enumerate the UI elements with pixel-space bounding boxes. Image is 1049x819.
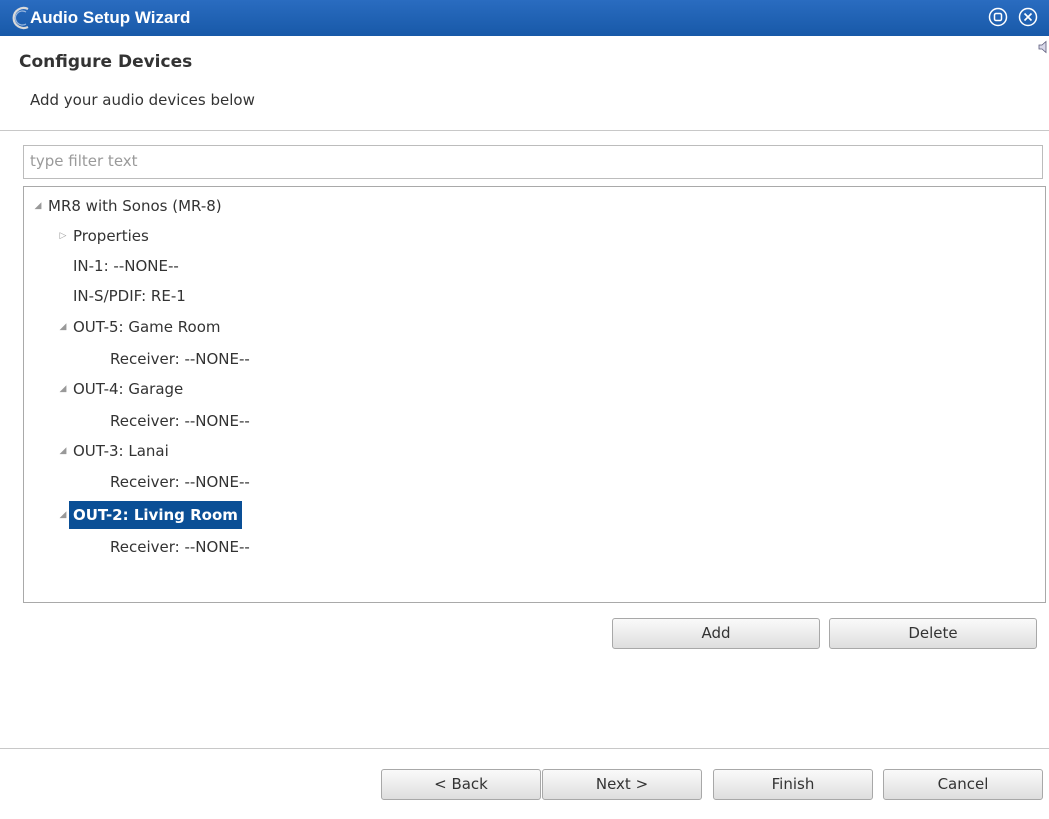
tree-node[interactable]: IN-S/PDIF: RE-1	[57, 281, 190, 311]
page-description: Add your audio devices below	[30, 91, 255, 109]
expanded-triangle-icon[interactable]: ◢	[57, 312, 69, 342]
tree-node[interactable]: ◢ OUT-5: Game Room	[57, 312, 225, 342]
window-title: Audio Setup Wizard	[30, 8, 191, 27]
tree-node[interactable]: Receiver: --NONE--	[94, 467, 254, 497]
expanded-triangle-icon[interactable]: ◢	[32, 191, 44, 221]
back-button[interactable]: < Back	[381, 769, 541, 800]
speaker-icon[interactable]	[1038, 40, 1049, 54]
filter-input[interactable]	[24, 146, 1016, 176]
tree-node[interactable]: Receiver: --NONE--	[94, 406, 254, 436]
wizard-header: Configure Devices Add your audio devices…	[0, 36, 1049, 130]
cancel-button[interactable]: Cancel	[883, 769, 1043, 800]
tree-node[interactable]: Receiver: --NONE--	[94, 344, 254, 374]
add-button[interactable]: Add	[612, 618, 820, 649]
collapsed-triangle-icon[interactable]: ▷	[57, 221, 69, 251]
title-bar: Audio Setup Wizard	[0, 0, 1049, 36]
expanded-triangle-icon[interactable]: ◢	[57, 374, 69, 404]
close-icon	[1018, 7, 1038, 27]
tree-node[interactable]: IN-1: --NONE--	[57, 251, 183, 281]
tree-node-selected[interactable]: ◢ OUT-2: Living Room	[57, 500, 242, 530]
tree-node[interactable]: ◢ OUT-3: Lanai	[57, 436, 173, 466]
device-tree[interactable]: ◢ MR8 with Sonos (MR-8) ▷ Properties IN-1:…	[23, 186, 1046, 603]
tree-node[interactable]: Receiver: --NONE--	[94, 532, 254, 562]
divider	[0, 748, 1049, 749]
tree-node[interactable]: ◢ OUT-4: Garage	[57, 374, 187, 404]
tree-node[interactable]: ◢ MR8 with Sonos (MR-8)	[32, 191, 226, 221]
finish-button[interactable]: Finish	[713, 769, 873, 800]
delete-button[interactable]: Delete	[829, 618, 1037, 649]
tree-node[interactable]: ▷ Properties	[57, 221, 153, 251]
next-button[interactable]: Next >	[542, 769, 702, 800]
close-button[interactable]	[1018, 7, 1038, 27]
divider	[0, 130, 1049, 131]
filter-field[interactable]	[23, 145, 1043, 179]
page-title: Configure Devices	[19, 52, 193, 72]
expanded-triangle-icon[interactable]: ◢	[57, 500, 69, 530]
restore-icon	[988, 7, 1008, 27]
expanded-triangle-icon[interactable]: ◢	[57, 436, 69, 466]
restore-button[interactable]	[988, 7, 1008, 27]
